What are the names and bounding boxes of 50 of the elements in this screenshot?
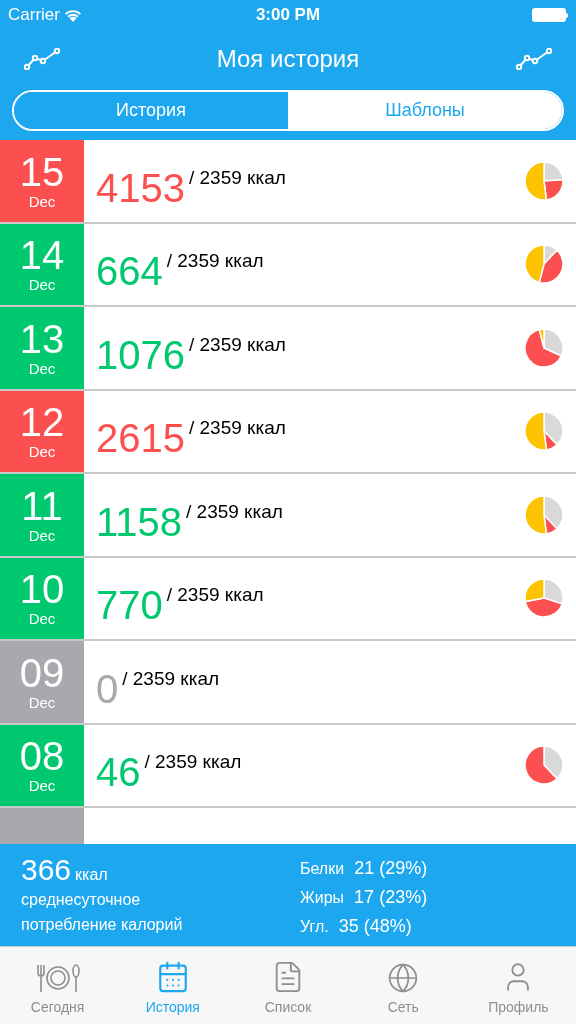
day-number: 09 (19, 651, 65, 694)
day-number: 11 (21, 484, 63, 527)
macro-label: Белки (300, 858, 345, 879)
month-label: Dec (28, 192, 56, 211)
macro-value: 35 (48%) (338, 914, 412, 938)
line-chart-icon[interactable] (516, 48, 552, 70)
screen-title: Моя история (216, 44, 360, 74)
wifi-icon (63, 8, 82, 22)
month-label: Dec (28, 443, 56, 462)
macro-value: 17 (23%) (354, 885, 428, 909)
day-number: 14 (19, 234, 65, 277)
month-label: Dec (28, 610, 56, 629)
calorie-count: 1158 (96, 501, 182, 542)
day-number: 15 (19, 150, 65, 193)
battery-icon (532, 8, 568, 22)
globe-icon (387, 962, 420, 994)
calorie-goal: / 2359 ккал (166, 583, 264, 607)
calorie-goal: / 2359 ккал (189, 416, 286, 440)
day-number: 13 (19, 317, 65, 360)
clock-time: 3:00 PM (255, 4, 321, 27)
month-label: Dec (28, 777, 56, 796)
calorie-count: 4153 (96, 167, 185, 208)
carrier-label: Carrier (8, 4, 60, 27)
calorie-count: 770 (96, 585, 163, 626)
summary-caption: потребление калорий (21, 915, 184, 935)
macro-label: Угл. (300, 916, 329, 937)
line-chart-icon[interactable] (24, 48, 60, 70)
month-label: Dec (28, 359, 56, 378)
calorie-count: 0 (96, 668, 119, 709)
calorie-count: 1076 (96, 334, 185, 375)
day-number: 10 (19, 568, 65, 611)
calorie-goal: / 2359 ккал (186, 499, 283, 524)
calorie-goal: / 2359 ккал (189, 332, 286, 357)
day-number: 12 (19, 401, 65, 444)
macro-value: 21 (29%) (354, 856, 428, 880)
average-calories: 366 (21, 853, 72, 887)
month-label: Dec (28, 693, 56, 712)
calorie-count: 664 (96, 251, 163, 292)
calorie-unit: ккал (75, 865, 108, 885)
day-number: 08 (19, 735, 65, 778)
calorie-goal: / 2359 ккал (122, 666, 220, 691)
month-label: Dec (28, 526, 56, 545)
macro-label: Жиры (300, 887, 345, 908)
month-label: Dec (28, 276, 56, 295)
calorie-goal: / 2359 ккал (144, 750, 242, 774)
calorie-goal: / 2359 ккал (189, 165, 286, 190)
calorie-goal: / 2359 ккал (166, 249, 264, 273)
calorie-count: 46 (96, 752, 141, 793)
summary-caption: среднесуточное (21, 890, 142, 910)
calorie-count: 2615 (96, 418, 185, 459)
